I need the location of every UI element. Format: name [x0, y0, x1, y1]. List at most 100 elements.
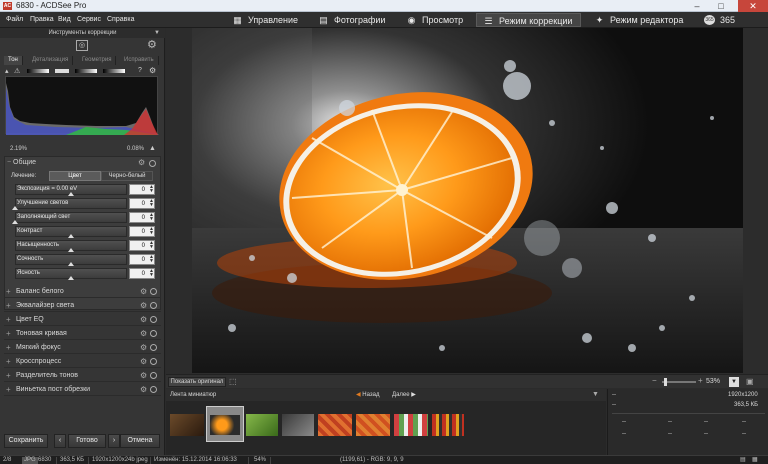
thumbnail[interactable] — [432, 414, 464, 436]
thumbnail[interactable] — [170, 414, 204, 436]
menu-help[interactable]: Справка — [107, 15, 134, 25]
tab-view[interactable]: ◉ Просмотр — [400, 13, 471, 27]
slider-row[interactable]: Экспозиция = 0.00 eV 0 ▲ ▼ — [15, 184, 155, 196]
done-button[interactable]: Готово — [68, 434, 106, 448]
section-header[interactable]: + Эквалайзер света ⚙ — [4, 299, 161, 312]
slider-thumb[interactable] — [68, 192, 74, 196]
screen-target-icon[interactable]: ◎ — [76, 40, 88, 51]
spinner-icon[interactable]: ▲ ▼ — [149, 185, 154, 194]
reset-icon[interactable] — [150, 372, 157, 379]
gear-icon[interactable]: ⚙ — [140, 356, 147, 367]
layout-icon[interactable]: ▦ — [752, 456, 758, 464]
clip-shadow-icon[interactable]: ▴ — [5, 67, 9, 75]
slider-thumb[interactable] — [68, 248, 74, 252]
tab-manage[interactable]: ▦ Управление — [226, 13, 306, 27]
thumbnail[interactable] — [246, 414, 278, 436]
slider-row[interactable]: Ясность 0 ▲ ▼ — [15, 268, 155, 280]
reset-icon[interactable] — [150, 344, 157, 351]
gear-icon[interactable]: ⚙ — [138, 158, 145, 168]
reset-icon[interactable] — [149, 160, 156, 167]
thumbnail[interactable] — [394, 414, 428, 436]
spinner-icon[interactable]: ▲ ▼ — [149, 213, 154, 222]
gear-icon[interactable]: ⚙ — [140, 286, 147, 297]
next-button[interactable]: › — [108, 434, 120, 448]
section-header[interactable]: + Цвет EQ ⚙ — [4, 313, 161, 326]
section-header[interactable]: + Тоновая кривая ⚙ — [4, 327, 161, 340]
cancel-button[interactable]: Отмена — [120, 434, 160, 448]
slider-thumb[interactable] — [68, 234, 74, 238]
gear-icon[interactable]: ⚙ — [140, 342, 147, 353]
tab-photos[interactable]: ▤ Фотографии — [312, 13, 393, 27]
save-button[interactable]: Сохранить — [4, 434, 48, 448]
chevron-down-icon[interactable]: ▼ — [592, 391, 599, 398]
section-header[interactable]: + Баланс белого ⚙ — [4, 285, 161, 298]
thumbnail[interactable] — [356, 414, 390, 436]
menu-view[interactable]: Вид — [58, 15, 71, 25]
thumbnail-selected[interactable] — [206, 406, 244, 442]
reset-icon[interactable] — [150, 288, 157, 295]
section-header[interactable]: + Виньетка пост обрезки ⚙ — [4, 383, 161, 396]
gear-icon[interactable]: ⚙ — [140, 384, 147, 395]
reset-icon[interactable] — [150, 386, 157, 393]
slider-row[interactable]: Улучшение светов 0 ▲ ▼ — [12, 198, 155, 210]
spinner-icon[interactable]: ▲ ▼ — [149, 269, 154, 278]
slider-row[interactable]: Сочность 0 ▲ ▼ — [15, 254, 155, 266]
tab-repair[interactable]: Исправить — [120, 56, 159, 65]
filmstrip-next[interactable]: Далее ▶ — [392, 391, 416, 400]
bw-mode-button[interactable]: Черно-белый — [101, 171, 153, 181]
warning-icon[interactable]: ▲ — [149, 145, 156, 152]
spinner-icon[interactable]: ▲ ▼ — [149, 199, 154, 208]
zoom-dropdown-icon[interactable]: ▼ — [729, 377, 739, 387]
close-button[interactable]: ✕ — [738, 0, 768, 12]
gear-icon[interactable]: ⚙ — [147, 39, 157, 51]
slider-thumb[interactable] — [68, 262, 74, 266]
gear-icon[interactable]: ⚙ — [140, 300, 147, 311]
gear-icon[interactable]: ⚙ — [140, 328, 147, 339]
spinner-icon[interactable]: ▲ ▼ — [149, 241, 154, 250]
minimize-button[interactable]: – — [686, 0, 708, 12]
reset-icon[interactable] — [150, 302, 157, 309]
reset-icon[interactable] — [150, 358, 157, 365]
menu-edit[interactable]: Правка — [30, 15, 54, 25]
layout-icon[interactable]: ▤ — [740, 456, 746, 464]
panel-dropdown-icon[interactable]: ▼ — [154, 29, 162, 37]
slider-row[interactable]: Контраст 0 ▲ ▼ — [15, 226, 155, 238]
tab-geometry[interactable]: Геометрия — [78, 56, 117, 65]
zoom-in-icon[interactable]: + — [698, 376, 703, 385]
fullscreen-icon[interactable]: ⬚ — [229, 377, 237, 386]
reset-icon[interactable] — [150, 316, 157, 323]
tab-edit[interactable]: ✦ Режим редактора — [588, 13, 691, 27]
slider-thumb[interactable] — [12, 206, 18, 210]
tab-develop[interactable]: ☰ Режим коррекции — [476, 13, 582, 27]
settings-icon[interactable]: ⚙ — [149, 66, 156, 75]
section-header[interactable]: + Кросспроцесс ⚙ — [4, 355, 161, 368]
section-header[interactable]: + Мягкий фокус ⚙ — [4, 341, 161, 354]
zoom-out-icon[interactable]: − — [652, 376, 657, 385]
gear-icon[interactable]: ⚙ — [140, 314, 147, 325]
prev-button[interactable]: ‹ — [54, 434, 66, 448]
navigator-icon[interactable]: ▣ — [746, 377, 754, 386]
warning-icon[interactable]: ⚠ — [14, 67, 20, 75]
zoom-slider[interactable] — [662, 381, 696, 383]
thumbnail[interactable] — [282, 414, 314, 436]
slider-thumb[interactable] — [68, 276, 74, 280]
color-mode-button[interactable]: Цвет — [49, 171, 101, 181]
tab-detail[interactable]: Детализация — [28, 56, 74, 65]
tab-tone[interactable]: Тон — [4, 56, 23, 65]
slider-row[interactable]: Заполняющий свет 0 ▲ ▼ — [12, 212, 155, 224]
tab-365[interactable]: 365 365 — [698, 13, 743, 27]
spinner-icon[interactable]: ▲ ▼ — [149, 255, 154, 264]
slider-row[interactable]: Насыщенность 0 ▲ ▼ — [15, 240, 155, 252]
main-photo[interactable] — [192, 28, 743, 373]
general-header[interactable]: − Общие — [7, 158, 157, 168]
show-original-button[interactable]: Показать оригинал — [168, 377, 226, 387]
slider-thumb[interactable] — [12, 220, 18, 224]
thumbnail[interactable] — [318, 414, 352, 436]
zoom-slider-thumb[interactable] — [664, 378, 667, 386]
filmstrip-back[interactable]: ◀ Назад — [356, 391, 380, 400]
reset-icon[interactable] — [150, 330, 157, 337]
gear-icon[interactable]: ⚙ — [140, 370, 147, 381]
menu-tools[interactable]: Сервис — [77, 15, 101, 25]
spinner-icon[interactable]: ▲ ▼ — [149, 227, 154, 236]
section-header[interactable]: + Разделитель тонов ⚙ — [4, 369, 161, 382]
